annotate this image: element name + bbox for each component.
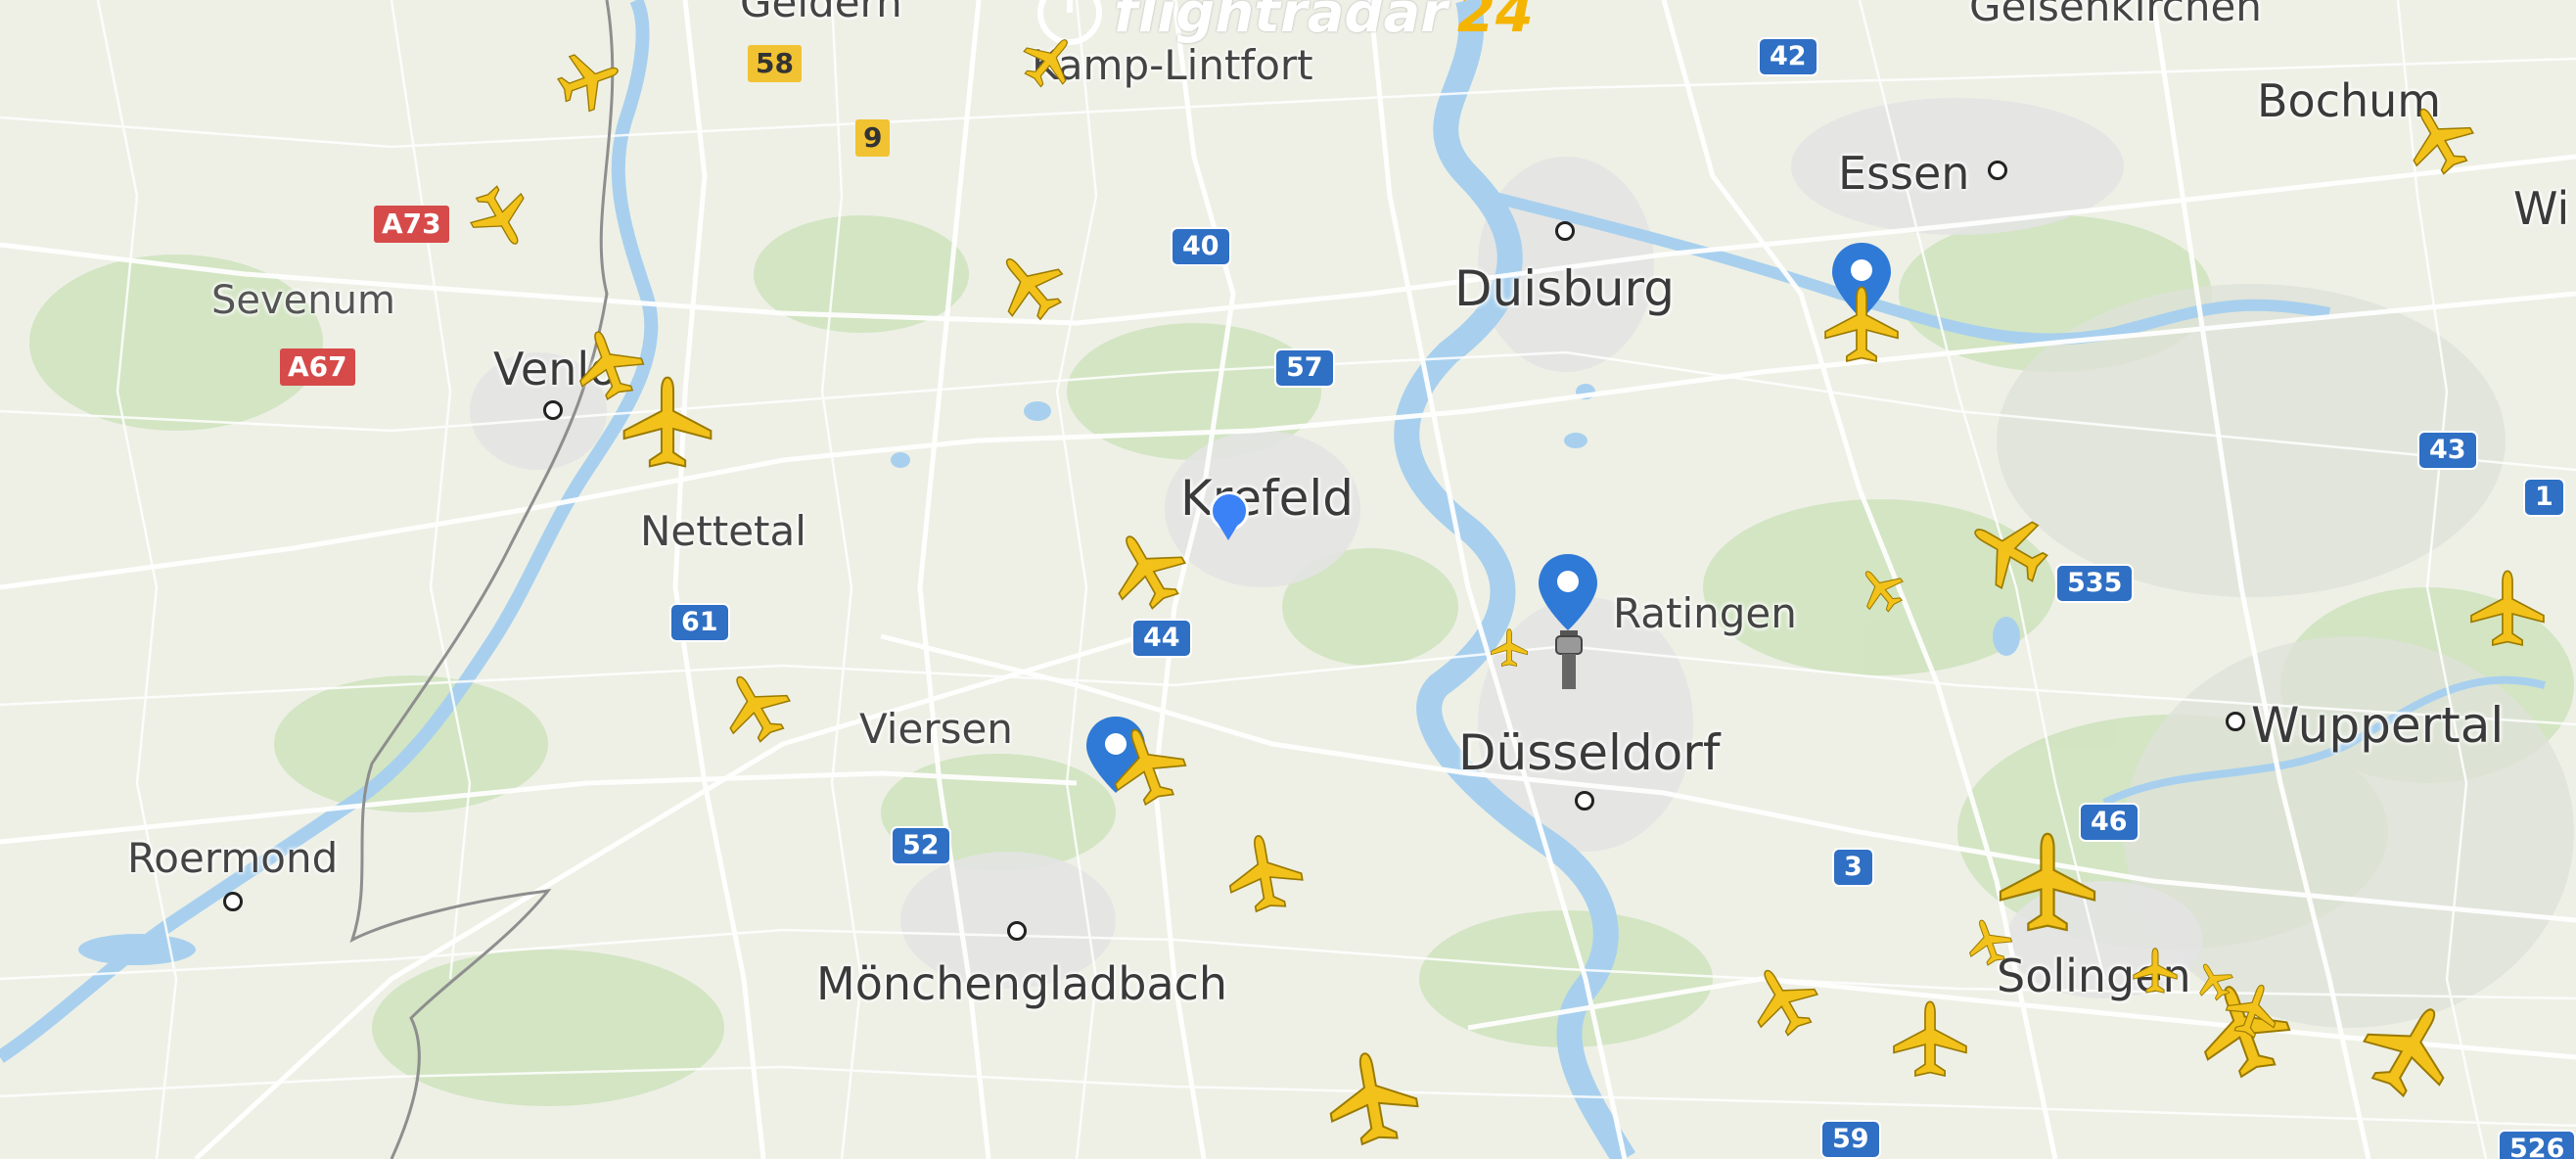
airplane-icon[interactable]: [1315, 1042, 1430, 1156]
road-shield-nl-a73: A73: [374, 206, 449, 243]
road-shield-b9: 9: [855, 119, 891, 157]
road-shield-a57: 57: [1274, 348, 1335, 388]
airplane-icon[interactable]: [1889, 998, 1971, 1081]
city-label-moenchengladbach: Mönchengladbach: [816, 957, 1228, 1010]
airport-tower-icon[interactable]: [1552, 630, 1586, 693]
logo-text: flightradar: [1114, 0, 1448, 45]
city-label-wuppertal: Wuppertal: [2251, 697, 2505, 754]
city-marker-roermond: [223, 892, 243, 911]
airplane-icon[interactable]: [2131, 947, 2180, 996]
city-label-krefeld: Krefeld: [1180, 470, 1355, 527]
city-label-gelsenkirchen: Gelsenkirchen: [1969, 0, 2262, 30]
city-label-ratingen: Ratingen: [1613, 589, 1797, 637]
city-marker-wuppertal: [2226, 712, 2245, 731]
city-label-nettetal: Nettetal: [640, 507, 806, 555]
city-label-sevenum: Sevenum: [211, 278, 395, 323]
city-label-duisburg: Duisburg: [1454, 260, 1675, 317]
road-shield-a61: 61: [669, 603, 730, 642]
city-marker-duesseldorf: [1575, 791, 1594, 811]
airplane-icon[interactable]: [619, 374, 717, 473]
current-location-heading-icon: [1218, 523, 1239, 540]
flightradar24-logo: flightradar 24: [1035, 0, 1534, 47]
city-marker-essen: [1988, 161, 2007, 180]
city-label-geldern: Geldern: [740, 0, 902, 26]
city-marker-venlo: [543, 400, 563, 420]
road-shield-a535: 535: [2055, 564, 2135, 603]
city-label-roermond: Roermond: [127, 834, 339, 882]
road-shield-a3: 3: [1832, 848, 1874, 887]
road-shield-a1: 1: [2523, 478, 2565, 517]
road-shield-a526: 526: [2498, 1130, 2576, 1159]
road-shield-b58: 58: [748, 45, 802, 82]
airplane-icon[interactable]: [1994, 829, 2100, 936]
logo-number: 24: [1456, 0, 1534, 45]
city-marker-duisburg: [1555, 221, 1575, 241]
road-shield-nl-a67: A67: [280, 348, 355, 386]
location-pin-icon[interactable]: [1537, 552, 1599, 634]
city-marker-moenchengladbach: [1007, 921, 1027, 941]
airplane-icon[interactable]: [1217, 825, 1311, 920]
airplane-icon[interactable]: [2466, 568, 2549, 650]
road-shield-a40: 40: [1171, 227, 1231, 266]
city-label-wi: Wi: [2513, 182, 2570, 235]
city-label-duesseldorf: Düsseldorf: [1458, 724, 1721, 781]
map-view[interactable]: flightradar 24 Geldern Gelsenkirchen Kam…: [0, 0, 2576, 1159]
road-shield-a43: 43: [2417, 431, 2478, 470]
city-label-essen: Essen: [1838, 147, 1970, 200]
road-shield-a52: 52: [891, 826, 951, 865]
road-shield-a42: 42: [1758, 37, 1818, 76]
city-label-viersen: Viersen: [859, 705, 1013, 753]
airplane-icon[interactable]: [1489, 627, 1530, 669]
road-shield-a44: 44: [1131, 619, 1192, 658]
airplane-icon[interactable]: [1820, 284, 1903, 366]
road-shield-a59: 59: [1820, 1120, 1881, 1159]
